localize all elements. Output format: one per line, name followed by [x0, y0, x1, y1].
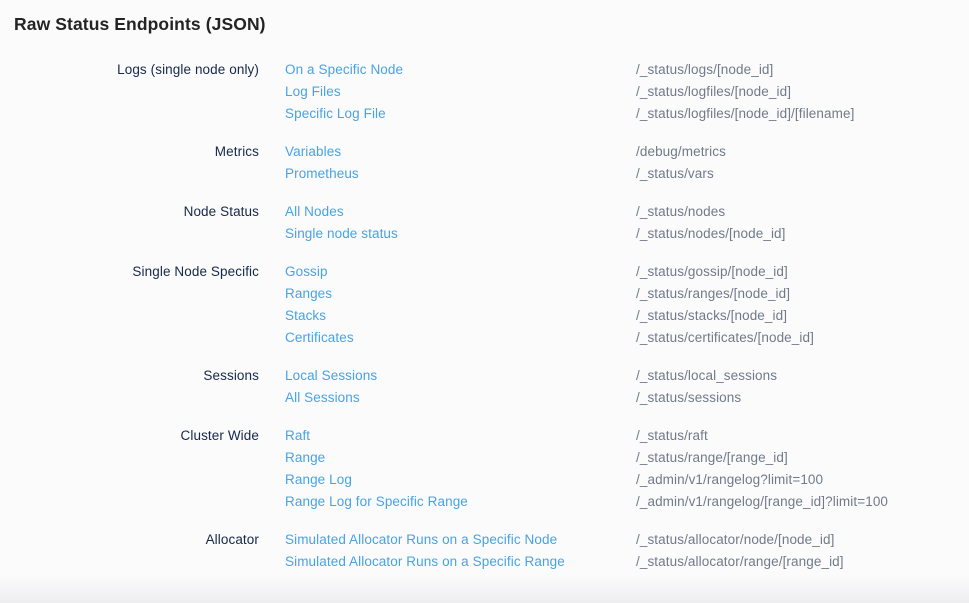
endpoint-link[interactable]: Range — [285, 447, 636, 469]
page-bottom-gradient — [0, 575, 969, 603]
group-cluster-wide: Cluster Wide Raft /_status/raft Range /_… — [0, 425, 969, 513]
endpoint-row: Stacks /_status/stacks/[node_id] — [285, 305, 969, 327]
endpoint-row: Log Files /_status/logfiles/[node_id] — [285, 81, 969, 103]
endpoint-link[interactable]: Specific Log File — [285, 103, 636, 125]
group-node-status: Node Status All Nodes /_status/nodes Sin… — [0, 201, 969, 245]
endpoint-link[interactable]: All Sessions — [285, 387, 636, 409]
endpoint-link[interactable]: Log Files — [285, 81, 636, 103]
endpoint-link[interactable]: Simulated Allocator Runs on a Specific N… — [285, 529, 636, 551]
group-label: Metrics — [0, 141, 259, 185]
endpoint-groups: Logs (single node only) On a Specific No… — [0, 59, 969, 573]
endpoint-row: Range Log /_admin/v1/rangelog?limit=100 — [285, 469, 969, 491]
endpoint-link[interactable]: Gossip — [285, 261, 636, 283]
endpoint-row: Simulated Allocator Runs on a Specific R… — [285, 551, 969, 573]
endpoint-path: /_status/sessions — [636, 387, 969, 409]
page-title: Raw Status Endpoints (JSON) — [0, 13, 969, 35]
endpoint-path: /_status/vars — [636, 163, 969, 185]
endpoint-path: /_status/allocator/range/[range_id] — [636, 551, 969, 573]
endpoint-link[interactable]: Raft — [285, 425, 636, 447]
group-sessions: Sessions Local Sessions /_status/local_s… — [0, 365, 969, 409]
endpoint-row: Simulated Allocator Runs on a Specific N… — [285, 529, 969, 551]
endpoint-path: /_status/raft — [636, 425, 969, 447]
endpoint-row: Range Log for Specific Range /_admin/v1/… — [285, 491, 969, 513]
endpoint-link[interactable]: Prometheus — [285, 163, 636, 185]
endpoint-link[interactable]: Range Log for Specific Range — [285, 491, 636, 513]
group-label: Allocator — [0, 529, 259, 573]
group-single-node-specific: Single Node Specific Gossip /_status/gos… — [0, 261, 969, 349]
raw-status-endpoints-page: Raw Status Endpoints (JSON) Logs (single… — [0, 0, 969, 603]
endpoint-path: /_status/local_sessions — [636, 365, 969, 387]
endpoint-path: /_status/ranges/[node_id] — [636, 283, 969, 305]
endpoint-path: /_status/logs/[node_id] — [636, 59, 969, 81]
group-label: Single Node Specific — [0, 261, 259, 349]
endpoint-path: /_status/stacks/[node_id] — [636, 305, 969, 327]
endpoint-row: Specific Log File /_status/logfiles/[nod… — [285, 103, 969, 125]
endpoint-path: /_status/range/[range_id] — [636, 447, 969, 469]
endpoint-row: Variables /debug/metrics — [285, 141, 969, 163]
endpoint-path: /_status/logfiles/[node_id] — [636, 81, 969, 103]
endpoint-row: Gossip /_status/gossip/[node_id] — [285, 261, 969, 283]
endpoint-row: All Nodes /_status/nodes — [285, 201, 969, 223]
endpoint-path: /_status/nodes/[node_id] — [636, 223, 969, 245]
endpoint-link[interactable]: Certificates — [285, 327, 636, 349]
endpoint-row: Single node status /_status/nodes/[node_… — [285, 223, 969, 245]
endpoint-link[interactable]: Range Log — [285, 469, 636, 491]
endpoint-row: Ranges /_status/ranges/[node_id] — [285, 283, 969, 305]
endpoint-link[interactable]: Simulated Allocator Runs on a Specific R… — [285, 551, 636, 573]
endpoint-path: /_status/gossip/[node_id] — [636, 261, 969, 283]
group-label: Logs (single node only) — [0, 59, 259, 125]
group-label: Node Status — [0, 201, 259, 245]
endpoint-link[interactable]: All Nodes — [285, 201, 636, 223]
endpoint-path: /_status/nodes — [636, 201, 969, 223]
endpoint-row: Range /_status/range/[range_id] — [285, 447, 969, 469]
endpoint-link[interactable]: Ranges — [285, 283, 636, 305]
endpoint-row: On a Specific Node /_status/logs/[node_i… — [285, 59, 969, 81]
endpoint-row: Certificates /_status/certificates/[node… — [285, 327, 969, 349]
endpoint-link[interactable]: On a Specific Node — [285, 59, 636, 81]
group-label: Sessions — [0, 365, 259, 409]
endpoint-path: /debug/metrics — [636, 141, 969, 163]
group-logs: Logs (single node only) On a Specific No… — [0, 59, 969, 125]
endpoint-row: Raft /_status/raft — [285, 425, 969, 447]
endpoint-row: Prometheus /_status/vars — [285, 163, 969, 185]
endpoint-link[interactable]: Single node status — [285, 223, 636, 245]
group-allocator: Allocator Simulated Allocator Runs on a … — [0, 529, 969, 573]
endpoint-link[interactable]: Variables — [285, 141, 636, 163]
endpoint-row: Local Sessions /_status/local_sessions — [285, 365, 969, 387]
endpoint-link[interactable]: Local Sessions — [285, 365, 636, 387]
endpoint-path: /_admin/v1/rangelog/[range_id]?limit=100 — [636, 491, 969, 513]
endpoint-link[interactable]: Stacks — [285, 305, 636, 327]
endpoint-path: /_status/allocator/node/[node_id] — [636, 529, 969, 551]
group-label: Cluster Wide — [0, 425, 259, 513]
group-metrics: Metrics Variables /debug/metrics Prometh… — [0, 141, 969, 185]
endpoint-path: /_status/certificates/[node_id] — [636, 327, 969, 349]
endpoint-row: All Sessions /_status/sessions — [285, 387, 969, 409]
endpoint-path: /_status/logfiles/[node_id]/[filename] — [636, 103, 969, 125]
endpoint-path: /_admin/v1/rangelog?limit=100 — [636, 469, 969, 491]
